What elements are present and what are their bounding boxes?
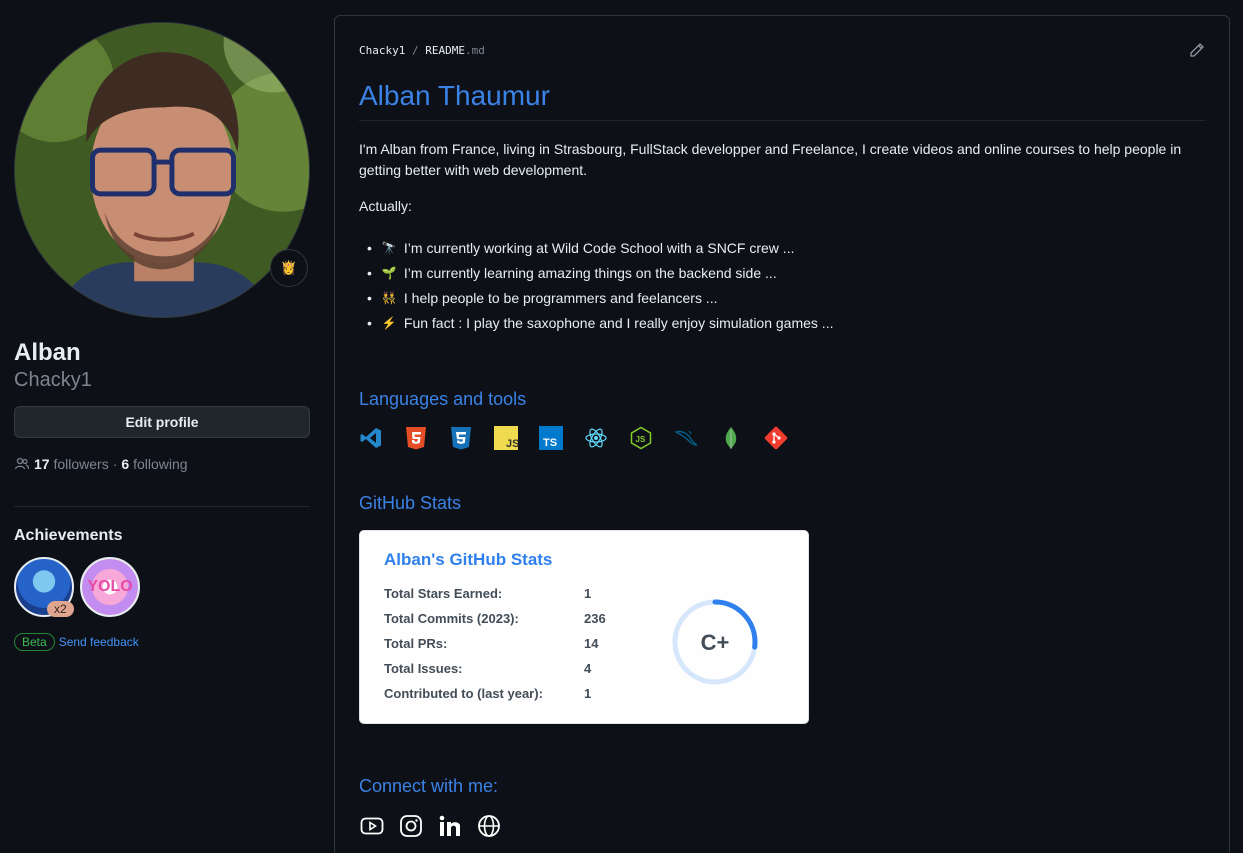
stats-heading: GitHub Stats [359,493,462,513]
mysql-icon[interactable] [674,426,698,450]
profile-name: Alban [14,339,81,366]
linkedin-icon[interactable] [437,813,462,838]
javascript-icon[interactable]: JS [494,426,518,450]
rank-label: C+ [701,630,730,655]
connect-heading: Connect with me: [359,776,499,796]
tools-row: JS TS JS [359,426,788,450]
vscode-icon[interactable] [359,426,383,450]
list-item: 🔭I’m currently working at Wild Code Scho… [359,235,833,260]
seedling-icon: 🌱 [381,265,397,280]
achievements-title[interactable]: Achievements [14,527,310,545]
instagram-icon[interactable] [398,813,423,838]
nodejs-icon[interactable]: JS [629,426,653,450]
stat-row: Total Stars Earned: 1 [384,586,592,601]
svg-text:JS: JS [636,435,646,444]
readme-panel: Chacky1 / README.md Alban Thaumur I'm Al… [334,15,1230,853]
follow-stats: 17 followers · 6 following [14,456,310,472]
youtube-icon[interactable] [359,813,384,838]
follow-separator: · [112,456,118,472]
github-stats-card[interactable]: Alban's GitHub Stats Total Stars Earned:… [359,530,809,724]
status-emoji[interactable]: 👸 [270,249,308,287]
about-list: 🔭I’m currently working at Wild Code Scho… [359,235,834,335]
svg-text:JS: JS [506,438,518,450]
stat-row: Total Issues: 4 [384,661,592,676]
rank-ring: C+ [672,599,758,685]
avatar[interactable] [14,22,310,318]
css3-icon[interactable] [449,426,473,450]
pencil-icon[interactable] [1189,42,1205,58]
intro-paragraph: I'm Alban from France, living in Strasbo… [359,141,1182,178]
dancers-icon: 👯 [381,290,397,305]
status-emoji-icon: 👸 [280,260,298,275]
breadcrumb: Chacky1 / README.md [359,44,485,57]
html5-icon[interactable] [404,426,428,450]
telescope-icon: 🔭 [381,240,397,255]
crumb-extension: .md [464,44,485,57]
stat-row: Contributed to (last year): 1 [384,686,592,701]
profile-login: Chacky1 [14,369,92,391]
achievements-feedback: Beta Send feedback [14,633,310,651]
globe-icon[interactable] [476,813,501,838]
actually-label: Actually: [359,198,412,214]
achievement-badges: x2 YOLO [14,557,310,621]
stat-row: Total Commits (2023): 236 [384,611,606,626]
followers-link[interactable]: 17 followers [34,456,109,472]
git-icon[interactable] [764,426,788,450]
following-link[interactable]: 6 following [121,456,187,472]
profile-sidebar: 👸 Alban Chacky1 Edit profile 17 follower… [14,22,310,651]
lightning-icon: ⚡ [381,315,397,330]
social-links [359,813,501,838]
react-icon[interactable] [584,426,608,450]
send-feedback-link[interactable]: Send feedback [59,635,139,649]
title-divider [359,120,1205,121]
stats-card-title: Alban's GitHub Stats [384,550,553,569]
typescript-icon[interactable]: TS [539,426,563,450]
avatar-container: 👸 [14,22,310,318]
list-item: 👯I help people to be programmers and fee… [359,285,833,310]
beta-badge: Beta [14,633,55,651]
crumb-user[interactable]: Chacky1 [359,44,405,57]
yolo-badge[interactable]: YOLO [80,557,140,617]
list-item: 🌱I’m currently learning amazing things o… [359,260,833,285]
mongodb-icon[interactable] [719,426,743,450]
edit-profile-button[interactable]: Edit profile [14,406,310,438]
stat-row: Total PRs: 14 [384,636,599,651]
readme-title: Alban Thaumur [359,80,550,111]
people-icon [14,457,30,470]
list-item: ⚡Fun fact : I play the saxophone and I r… [359,310,834,335]
crumb-file: README [425,44,465,57]
tools-heading: Languages and tools [359,389,527,409]
crumb-separator: / [411,44,419,57]
svg-text:TS: TS [543,437,557,449]
sidebar-divider [14,506,310,507]
badge-multiplier: x2 [47,601,74,617]
